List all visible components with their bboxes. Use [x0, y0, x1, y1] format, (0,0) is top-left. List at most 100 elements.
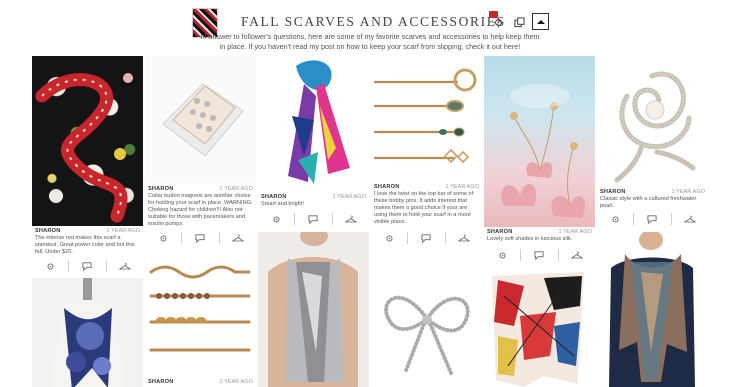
pin-image-pearl-brooch[interactable]	[597, 56, 708, 186]
hanger-action[interactable]	[444, 232, 482, 244]
pin-author[interactable]: SHARON	[487, 229, 512, 236]
hanger-action[interactable]	[218, 232, 256, 244]
hanger-action[interactable]	[331, 213, 369, 225]
hanger-icon	[570, 251, 583, 259]
pin-card[interactable]	[484, 266, 595, 387]
hanger-icon	[344, 215, 357, 223]
pin-image-mannequin-scarf[interactable]	[32, 278, 143, 387]
pin-card[interactable]: SHARON 1 YEAR AGO Smart and bright!	[258, 56, 369, 228]
pin-image-snake-scarf[interactable]	[32, 56, 143, 226]
pin-note: The intense red makes this scarf a stand…	[35, 235, 135, 255]
pin-time: 1 YEAR AGO	[332, 194, 366, 200]
pin-note: I love the twist on the top bar of some …	[374, 191, 474, 225]
pin-card[interactable]: SHARON 1 YEAR AGO Lovely soft shades in l…	[484, 56, 595, 263]
pin-meta: SHARON 1 YEAR AGO I love the twist on the…	[374, 184, 479, 226]
comment-icon	[308, 214, 319, 224]
comment-action[interactable]	[68, 260, 105, 272]
comment-action[interactable]	[520, 249, 557, 261]
pin-card[interactable]: SHARON 1 YEAR AGO I love the twist on the…	[371, 56, 482, 247]
pin-time: 1 YEAR AGO	[106, 228, 140, 234]
board-description: In answer to follower's questions, here …	[200, 32, 540, 51]
pin-note: Lovely soft shades in luscious silk.	[487, 236, 573, 242]
comment-icon	[421, 233, 432, 243]
pin-meta: SHARON 1 YEAR AGO Smart and bright!	[261, 194, 366, 208]
pin-note: Smart and bright!	[261, 201, 304, 207]
gear-icon	[273, 215, 280, 223]
pin-time: 1 YEAR AGO	[219, 186, 253, 192]
hanger-icon	[457, 234, 470, 242]
pin-actions	[597, 212, 708, 226]
pin-card[interactable]	[371, 261, 482, 386]
hanger-action[interactable]	[105, 260, 143, 272]
comment-action[interactable]	[294, 213, 331, 225]
hanger-action[interactable]	[670, 213, 708, 225]
pin-author[interactable]: SHARON	[374, 184, 399, 191]
hanger-icon	[118, 262, 131, 270]
gear-icon	[47, 262, 54, 270]
pin-author[interactable]: SHARON	[148, 186, 173, 193]
pin-card[interactable]	[258, 232, 369, 387]
pin-meta: SHARON 1 YEAR AGO The intense red makes t…	[35, 228, 140, 256]
pin-image-woman-ombre-scarf[interactable]	[597, 232, 708, 387]
pin-author[interactable]: SHARON	[261, 194, 286, 201]
pin-image-jeweled-bobby-pins[interactable]	[371, 56, 482, 183]
pin-author[interactable]: SHARON	[35, 228, 60, 235]
hanger-icon	[231, 234, 244, 242]
pin-card[interactable]: SHARON 1 YEAR AGO	[145, 258, 256, 387]
collapse-button[interactable]	[532, 13, 549, 30]
pin-card[interactable]	[32, 278, 143, 387]
pin-image-bobby-pins[interactable]	[145, 258, 256, 374]
comment-action[interactable]	[633, 213, 670, 225]
hanger-action[interactable]	[557, 249, 595, 261]
comment-icon	[195, 233, 206, 243]
pin-card[interactable]: SHARON 1 YEAR AGO Classic style with a cu…	[597, 56, 708, 228]
pin-time: 1 YEAR AGO	[219, 379, 253, 385]
pin-meta: SHARON 1 YEAR AGO Collar button magnets a…	[148, 186, 253, 228]
pin-image-abstract-scarf[interactable]	[484, 266, 595, 387]
gear-icon	[499, 251, 506, 259]
pin-actions	[371, 231, 482, 245]
comment-icon	[647, 214, 658, 224]
pin-card[interactable]	[597, 232, 708, 387]
gear-icon	[160, 234, 167, 242]
pin-image-silk-scarf[interactable]	[258, 56, 369, 192]
comment-icon	[82, 261, 93, 271]
popout-icon[interactable]	[512, 15, 526, 29]
settings-action[interactable]	[597, 213, 633, 225]
hanger-icon	[683, 215, 696, 223]
settings-action[interactable]	[484, 249, 520, 261]
settings-action[interactable]	[371, 232, 407, 244]
settings-action[interactable]	[258, 213, 294, 225]
pin-card[interactable]: SHARON 1 YEAR AGO The intense red makes t…	[32, 56, 143, 277]
pin-image-collar-magnets[interactable]	[145, 56, 256, 183]
gear-icon	[612, 215, 619, 223]
board-title: FALL SCARVES AND ACCESSORIES	[241, 14, 506, 29]
pin-actions	[145, 231, 256, 245]
gear-icon	[386, 234, 393, 242]
pin-author[interactable]: SHARON	[148, 379, 173, 386]
settings-action[interactable]	[32, 260, 68, 272]
gear-icon[interactable]	[491, 15, 505, 29]
pin-time: 1 YEAR AGO	[558, 229, 592, 235]
pin-image-lotus-scarf[interactable]	[484, 56, 595, 227]
comment-action[interactable]	[181, 232, 218, 244]
pin-actions	[32, 259, 143, 273]
pin-meta: SHARON 1 YEAR AGO Classic style with a cu…	[600, 189, 705, 210]
pin-time: 1 YEAR AGO	[671, 189, 705, 195]
pin-actions	[484, 248, 595, 262]
pin-meta: SHARON 1 YEAR AGO	[148, 379, 253, 386]
pin-card[interactable]: SHARON 1 YEAR AGO Collar button magnets a…	[145, 56, 256, 247]
pin-note: Classic style with a cultured freshwater…	[600, 196, 697, 209]
pin-image-woman-gray-scarf[interactable]	[258, 232, 369, 387]
comment-action[interactable]	[407, 232, 444, 244]
pin-image-bow-pin[interactable]	[371, 261, 482, 386]
caret-up-icon	[536, 19, 545, 24]
pin-meta: SHARON 1 YEAR AGO Lovely soft shades in l…	[487, 229, 592, 243]
pin-note: Collar button magnets are another choice…	[148, 193, 253, 227]
comment-icon	[534, 250, 545, 260]
pin-author[interactable]: SHARON	[600, 189, 625, 196]
pin-actions	[258, 212, 369, 226]
pin-time: 1 YEAR AGO	[445, 184, 479, 190]
board-header: FALL SCARVES AND ACCESSORIES In answer t…	[0, 0, 747, 56]
settings-action[interactable]	[145, 232, 181, 244]
